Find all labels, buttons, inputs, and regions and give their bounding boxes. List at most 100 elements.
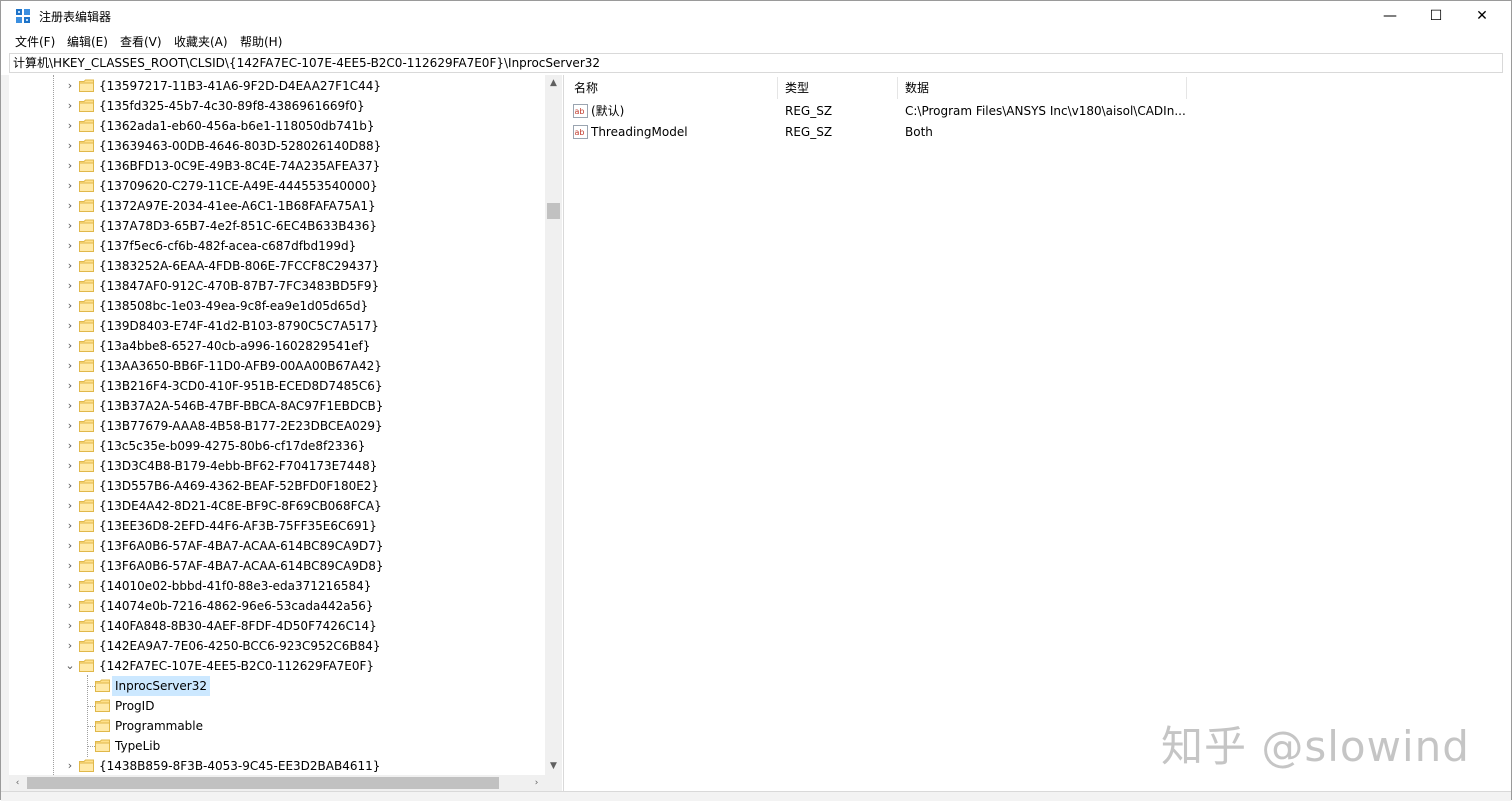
- expand-chevron-icon[interactable]: ›: [64, 616, 76, 636]
- menu-help[interactable]: 帮助(H): [240, 33, 282, 50]
- tree-item-label: {13709620-C279-11CE-A49E-444553540000}: [99, 179, 378, 193]
- collapse-chevron-icon[interactable]: ⌄: [64, 656, 76, 676]
- expand-chevron-icon[interactable]: ›: [64, 176, 76, 196]
- tree-hscroll-thumb[interactable]: [27, 777, 499, 789]
- expand-chevron-icon[interactable]: ›: [64, 76, 76, 96]
- expand-chevron-icon[interactable]: ›: [64, 336, 76, 356]
- tree-item[interactable]: › {13D3C4B8-B179-4ebb-BF62-F704173E7448}: [9, 456, 539, 476]
- folder-icon: [79, 239, 94, 252]
- expand-chevron-icon[interactable]: ›: [64, 296, 76, 316]
- expand-chevron-icon[interactable]: ›: [64, 376, 76, 396]
- tree-item[interactable]: › {13c5c35e-b099-4275-80b6-cf17de8f2336}: [9, 436, 539, 456]
- tree-item-label: {1383252A-6EAA-4FDB-806E-7FCCF8C29437}: [99, 259, 380, 273]
- tree-item[interactable]: › {13709620-C279-11CE-A49E-444553540000}: [9, 176, 539, 196]
- expand-chevron-icon[interactable]: ›: [64, 116, 76, 136]
- folder-icon: [79, 199, 94, 212]
- tree-item[interactable]: › {1383252A-6EAA-4FDB-806E-7FCCF8C29437}: [9, 256, 539, 276]
- column-header-data[interactable]: 数据: [898, 77, 1187, 99]
- expand-chevron-icon[interactable]: ›: [64, 576, 76, 596]
- expand-chevron-icon[interactable]: ›: [64, 756, 76, 776]
- menu-favorites[interactable]: 收藏夹(A): [174, 33, 228, 50]
- scroll-left-arrow-icon[interactable]: ‹: [9, 775, 26, 791]
- title-bar[interactable]: 注册表编辑器 — ☐ ✕: [1, 1, 1511, 31]
- tree-vscroll-thumb[interactable]: [547, 203, 560, 219]
- tree-item[interactable]: › {138508bc-1e03-49ea-9c8f-ea9e1d05d65d}: [9, 296, 539, 316]
- tree-item[interactable]: › {13B216F4-3CD0-410F-951B-ECED8D7485C6}: [9, 376, 539, 396]
- folder-icon: [79, 119, 94, 132]
- tree-horizontal-scrollbar[interactable]: ‹ ›: [9, 775, 545, 791]
- tree-item-child[interactable]: Programmable: [9, 716, 539, 736]
- tree-item[interactable]: › {13F6A0B6-57AF-4BA7-ACAA-614BC89CA9D7}: [9, 536, 539, 556]
- expand-chevron-icon[interactable]: ›: [64, 136, 76, 156]
- tree-item[interactable]: › {13F6A0B6-57AF-4BA7-ACAA-614BC89CA9D8}: [9, 556, 539, 576]
- menu-view[interactable]: 查看(V): [120, 33, 162, 50]
- expand-chevron-icon[interactable]: ›: [64, 256, 76, 276]
- tree-item-label: {13F6A0B6-57AF-4BA7-ACAA-614BC89CA9D8}: [99, 559, 384, 573]
- tree-item[interactable]: › {142EA9A7-7E06-4250-BCC6-923C952C6B84}: [9, 636, 539, 656]
- expand-chevron-icon[interactable]: ›: [64, 196, 76, 216]
- tree-item[interactable]: › {13597217-11B3-41A6-9F2D-D4EAA27F1C44}: [9, 76, 539, 96]
- list-item[interactable]: ab ThreadingModel REG_SZ Both: [567, 122, 1187, 143]
- expand-chevron-icon[interactable]: ›: [64, 496, 76, 516]
- tree-item[interactable]: › {13B37A2A-546B-47BF-BBCA-8AC97F1EBDCB}: [9, 396, 539, 416]
- tree-item-expanded[interactable]: ⌄ {142FA7EC-107E-4EE5-B2C0-112629FA7E0F}: [9, 656, 539, 676]
- tree-item[interactable]: › {13AA3650-BB6F-11D0-AFB9-00AA00B67A42}: [9, 356, 539, 376]
- tree-item[interactable]: › {13639463-00DB-4646-803D-528026140D88}: [9, 136, 539, 156]
- expand-chevron-icon[interactable]: ›: [64, 96, 76, 116]
- expand-chevron-icon[interactable]: ›: [64, 316, 76, 336]
- scroll-right-arrow-icon[interactable]: ›: [528, 775, 545, 791]
- expand-chevron-icon[interactable]: ›: [64, 596, 76, 616]
- key-tree-pane[interactable]: › {13597217-11B3-41A6-9F2D-D4EAA27F1C44} ›…: [9, 75, 564, 791]
- expand-chevron-icon[interactable]: ›: [64, 636, 76, 656]
- tree-item[interactable]: › {13B77679-AAA8-4B58-B177-2E23DBCEA029}: [9, 416, 539, 436]
- maximize-button[interactable]: ☐: [1413, 1, 1459, 31]
- scroll-up-arrow-icon[interactable]: ▲: [545, 75, 562, 92]
- expand-chevron-icon[interactable]: ›: [64, 236, 76, 256]
- expand-chevron-icon[interactable]: ›: [64, 456, 76, 476]
- expand-chevron-icon[interactable]: ›: [64, 396, 76, 416]
- expand-chevron-icon[interactable]: ›: [64, 216, 76, 236]
- values-list-pane[interactable]: 名称 类型 数据 ab (默认) REG_SZ C:\Program Files…: [567, 75, 1503, 791]
- expand-chevron-icon[interactable]: ›: [64, 436, 76, 456]
- tree-item-child[interactable]: TypeLib: [9, 736, 539, 756]
- expand-chevron-icon[interactable]: ›: [64, 356, 76, 376]
- tree-item[interactable]: › {13D557B6-A469-4362-BEAF-52BFD0F180E2}: [9, 476, 539, 496]
- expand-chevron-icon[interactable]: ›: [64, 156, 76, 176]
- tree-item-child[interactable]: ProgID: [9, 696, 539, 716]
- tree-item[interactable]: › {13DE4A42-8D21-4C8E-BF9C-8F69CB068FCA}: [9, 496, 539, 516]
- tree-item[interactable]: › {13a4bbe8-6527-40cb-a996-1602829541ef}: [9, 336, 539, 356]
- tree-item[interactable]: › {135fd325-45b7-4c30-89f8-4386961669f0}: [9, 96, 539, 116]
- tree-item[interactable]: › {1372A97E-2034-41ee-A6C1-1B68FAFA75A1}: [9, 196, 539, 216]
- expand-chevron-icon[interactable]: ›: [64, 276, 76, 296]
- window-title: 注册表编辑器: [39, 10, 112, 24]
- address-bar[interactable]: 计算机\HKEY_CLASSES_ROOT\CLSID\{142FA7EC-10…: [9, 53, 1503, 73]
- column-header-name[interactable]: 名称: [567, 77, 778, 99]
- tree-item[interactable]: › {13EE36D8-2EFD-44F6-AF3B-75FF35E6C691}: [9, 516, 539, 536]
- expand-chevron-icon[interactable]: ›: [64, 476, 76, 496]
- tree-item-selected[interactable]: InprocServer32: [9, 676, 539, 696]
- expand-chevron-icon[interactable]: ›: [64, 416, 76, 436]
- tree-item[interactable]: › {139D8403-E74F-41d2-B103-8790C5C7A517}: [9, 316, 539, 336]
- tree-item[interactable]: › {13847AF0-912C-470B-87B7-7FC3483BD5F9}: [9, 276, 539, 296]
- tree-item[interactable]: › {1362ada1-eb60-456a-b6e1-118050db741b}: [9, 116, 539, 136]
- scroll-down-arrow-icon[interactable]: ▼: [545, 758, 562, 775]
- expand-chevron-icon[interactable]: ›: [64, 556, 76, 576]
- tree-item[interactable]: › {14010e02-bbbd-41f0-88e3-eda371216584}: [9, 576, 539, 596]
- list-item[interactable]: ab (默认) REG_SZ C:\Program Files\ANSYS In…: [567, 101, 1187, 122]
- menu-file[interactable]: 文件(F): [15, 33, 55, 50]
- column-header-type[interactable]: 类型: [778, 77, 898, 99]
- expand-chevron-icon[interactable]: ›: [64, 516, 76, 536]
- minimize-button[interactable]: —: [1367, 1, 1413, 31]
- tree-item[interactable]: › {14074e0b-7216-4862-96e6-53cada442a56}: [9, 596, 539, 616]
- tree-item[interactable]: › {137A78D3-65B7-4e2f-851C-6EC4B633B436}: [9, 216, 539, 236]
- tree-item[interactable]: › {137f5ec6-cf6b-482f-acea-c687dfbd199d}: [9, 236, 539, 256]
- close-button[interactable]: ✕: [1459, 1, 1505, 31]
- tree-vertical-scrollbar[interactable]: ▲ ▼: [545, 75, 562, 775]
- menu-edit[interactable]: 编辑(E): [67, 33, 108, 50]
- expand-chevron-icon[interactable]: ›: [64, 536, 76, 556]
- folder-icon: [79, 419, 94, 432]
- tree-item[interactable]: › {1438B859-8F3B-4053-9C45-EE3D2BAB4611}: [9, 756, 539, 776]
- folder-icon: [79, 759, 94, 772]
- tree-item[interactable]: › {140FA848-8B30-4AEF-8FDF-4D50F7426C14}: [9, 616, 539, 636]
- tree-item[interactable]: › {136BFD13-0C9E-49B3-8C4E-74A235AFEA37}: [9, 156, 539, 176]
